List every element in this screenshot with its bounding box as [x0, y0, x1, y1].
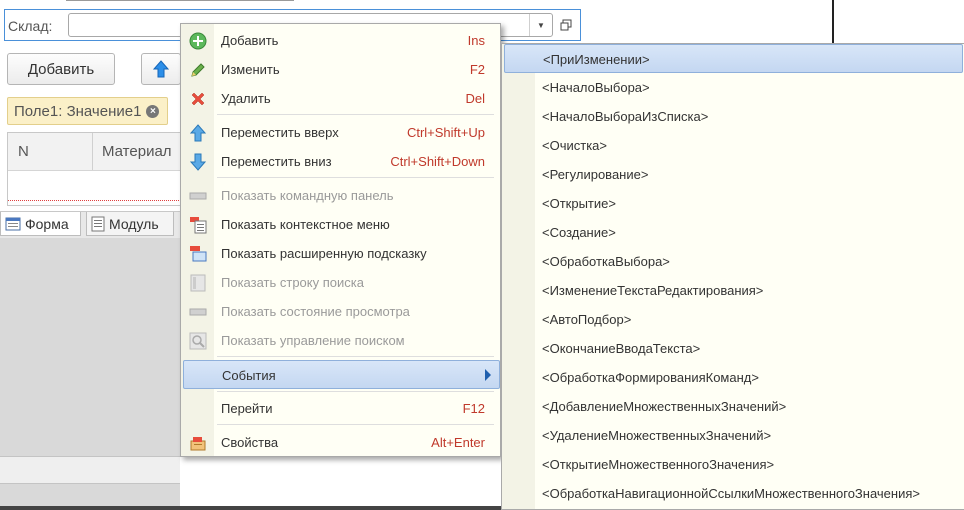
submenu-item-start-list-choice[interactable]: <НачалоВыбораИзСписка> — [502, 102, 964, 131]
events-submenu: <ПриИзменении> <НачалоВыбора> <НачалоВыб… — [501, 43, 964, 510]
properties-icon — [189, 434, 207, 452]
menu-item-edit[interactable]: Изменить F2 — [181, 55, 500, 84]
tab-form-label: Форма — [25, 215, 69, 232]
open-icon[interactable] — [556, 14, 576, 36]
menu-item-move-down[interactable]: Переместить вниз Ctrl+Shift+Down — [181, 147, 500, 176]
extended-tooltip-icon — [189, 245, 207, 263]
command-panel-icon — [189, 187, 207, 205]
add-icon — [189, 32, 207, 50]
delete-icon — [189, 90, 207, 108]
context-menu: Добавить Ins Изменить F2 Удалить Del Пер… — [180, 23, 501, 457]
tab-module[interactable]: Модуль — [86, 212, 174, 236]
menu-item-show-extended-tooltip[interactable]: Показать расширенную подсказку — [181, 239, 500, 268]
menu-item-show-context-menu[interactable]: Показать контекстное меню — [181, 210, 500, 239]
filter-chip[interactable]: Поле1: Значение1 × — [7, 97, 169, 125]
form-icon — [5, 217, 21, 230]
window-edge — [832, 0, 834, 48]
view-state-icon — [189, 303, 207, 321]
submenu-item-auto-complete[interactable]: <АвтоПодбор> — [502, 305, 964, 334]
lower-pane — [0, 238, 180, 510]
tab-module-label: Модуль — [109, 215, 159, 232]
submenu-item-start-choice[interactable]: <НачалоВыбора> — [502, 73, 964, 102]
status-strip — [0, 456, 180, 484]
submenu-item-creating[interactable]: <Создание> — [502, 218, 964, 247]
menu-item-show-command-panel: Показать командную панель — [181, 181, 500, 210]
warehouse-label: Склад: — [8, 18, 53, 34]
move-up-icon — [189, 124, 207, 142]
search-control-icon — [189, 332, 207, 350]
column-header-n[interactable]: N — [18, 143, 29, 160]
close-icon[interactable]: × — [146, 104, 160, 118]
search-string-icon — [189, 274, 207, 292]
edit-icon — [189, 61, 207, 79]
table-header: N Материал — [8, 133, 207, 171]
submenu-arrow-icon — [485, 369, 491, 381]
submenu-item-on-change[interactable]: <ПриИзменении> — [504, 44, 963, 73]
submenu-item-multiple-link-processing[interactable]: <ОбработкаНавигационнойСсылкиМножественн… — [502, 479, 964, 508]
submenu-item-multiple-remove[interactable]: <УдалениеМножественныхЗначений> — [502, 421, 964, 450]
submenu-item-choice-processing[interactable]: <ОбработкаВыбора> — [502, 247, 964, 276]
menu-item-go-to[interactable]: Перейти F12 — [181, 394, 500, 423]
menu-item-show-search-control: Показать управление поиском — [181, 326, 500, 355]
table-row[interactable] — [8, 200, 207, 201]
dropdown-arrow-icon[interactable]: ▼ — [529, 14, 552, 36]
module-icon — [91, 216, 105, 231]
submenu-item-edit-text-change[interactable]: <ИзменениеТекстаРедактирования> — [502, 276, 964, 305]
menu-item-events[interactable]: События — [183, 360, 500, 389]
menu-item-show-view-state: Показать состояние просмотра — [181, 297, 500, 326]
move-up-button[interactable] — [141, 53, 181, 85]
submenu-item-opening[interactable]: <Открытие> — [502, 189, 964, 218]
menu-item-move-up[interactable]: Переместить вверх Ctrl+Shift+Up — [181, 118, 500, 147]
move-down-icon — [189, 153, 207, 171]
top-divider — [66, 0, 294, 1]
menu-item-properties[interactable]: Свойства Alt+Enter — [181, 428, 500, 457]
submenu-item-multiple-add[interactable]: <ДобавлениеМножественныхЗначений> — [502, 392, 964, 421]
tab-bar: Форма Модуль — [0, 211, 180, 238]
submenu-item-clearing[interactable]: <Очистка> — [502, 131, 964, 160]
filter-chip-label: Поле1: Значение1 — [14, 102, 142, 120]
arrow-up-icon — [153, 60, 169, 78]
submenu-item-commands-forming[interactable]: <ОбработкаФормированияКоманд> — [502, 363, 964, 392]
submenu-item-multiple-open[interactable]: <ОткрытиеМножественногоЗначения> — [502, 450, 964, 479]
table[interactable]: N Материал — [7, 132, 207, 206]
context-menu-icon — [189, 216, 207, 234]
menu-item-delete[interactable]: Удалить Del — [181, 84, 500, 113]
menu-item-show-search-string: Показать строку поиска — [181, 268, 500, 297]
submenu-item-tuning[interactable]: <Регулирование> — [502, 160, 964, 189]
menu-item-add[interactable]: Добавить Ins — [181, 26, 500, 55]
add-button[interactable]: Добавить — [7, 53, 115, 85]
column-header-material[interactable]: Материал — [102, 143, 172, 160]
tab-form[interactable]: Форма — [0, 212, 81, 236]
submenu-item-text-edit-end[interactable]: <ОкончаниеВводаТекста> — [502, 334, 964, 363]
